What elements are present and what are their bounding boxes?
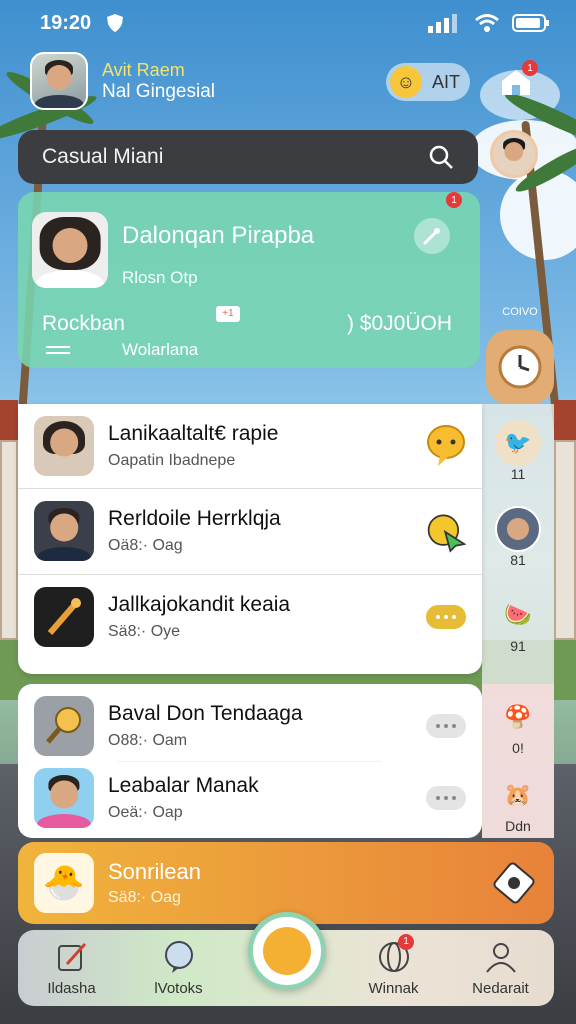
profile-name: Avit Raem — [102, 59, 185, 80]
fruit-icon: 🍉 — [504, 602, 532, 627]
magic-wand-icon[interactable] — [414, 218, 450, 254]
chat-meta: Oä8:· Oag — [108, 537, 183, 554]
nav-item-nedarait[interactable]: Nedarait — [447, 940, 554, 997]
more-icon[interactable] — [426, 778, 466, 818]
status-bar: 19:20 — [40, 8, 550, 38]
rail-label: 0! — [512, 740, 524, 756]
featured-mini-tag: +1 — [216, 306, 240, 322]
list-item[interactable]: Leabalar Manak Oeä:· Oap — [18, 756, 482, 840]
signal-icon — [428, 14, 457, 33]
featured-subtitle: Rlosn Otp — [122, 268, 198, 287]
list-item[interactable]: Rerldoile Herrklqja Oä8:· Oag — [18, 489, 482, 573]
clock-button[interactable] — [486, 330, 554, 404]
nav-item-votoks[interactable]: lVotoks — [125, 940, 232, 997]
featured-bottom-label: Wolarlana — [122, 340, 199, 359]
rail-label: 91 — [510, 638, 526, 654]
edit-icon — [57, 942, 86, 971]
featured-card[interactable]: Dalonqan Pirapba Rlosn Otp 1 Rockban +1 … — [18, 192, 480, 368]
chat-list: Lanikaaltalt€ rapie Oapatin Ibadnepe Rer… — [18, 404, 482, 674]
mushroom-icon: 🍄 — [504, 704, 532, 729]
nav-badge: 1 — [398, 933, 414, 950]
mood-pill-button[interactable]: ☺ AIT — [386, 63, 471, 101]
pill-label: AIT — [432, 71, 461, 92]
chat-name: Rerldoile Herrklqja — [108, 507, 281, 530]
chat-name: Leabalar Manak — [108, 774, 259, 797]
rail-item[interactable]: 🍄 0! — [482, 694, 554, 756]
notifications-button[interactable]: 1 — [494, 60, 539, 104]
center-action-button[interactable] — [248, 912, 326, 990]
rail-item[interactable]: 🍉 91 — [482, 592, 554, 654]
rail-item[interactable]: 81 — [482, 506, 554, 568]
person-icon — [495, 506, 541, 552]
menu-icon[interactable] — [46, 342, 70, 358]
chat-meta: Sä8:· Oye — [108, 623, 181, 640]
user-icon — [485, 942, 516, 973]
featured-badge: 1 — [446, 192, 462, 208]
featured-amount: ) $0J0ÜOH — [346, 312, 452, 335]
rail-item[interactable]: 🐦 11 — [482, 420, 554, 482]
nav-label: Winnak — [368, 979, 419, 997]
chat-list-secondary: Baval Don Tendaaga O88:· Oam Leabalar Ma… — [18, 684, 482, 838]
chat-name: Baval Don Tendaaga — [108, 702, 303, 725]
chat-name: Jallkajokandit keaia — [108, 593, 291, 616]
rail-label: 81 — [510, 552, 526, 568]
bird-icon: 🐦 — [495, 420, 541, 466]
side-caption: COIVO — [502, 306, 538, 318]
list-item[interactable]: Lanikaaltalt€ rapie Oapatin Ibadnepe — [18, 404, 482, 488]
rail-item[interactable]: 🐹 Ddn — [482, 772, 554, 834]
profile-header[interactable]: Avit Raem Nal Gingesial — [30, 52, 215, 110]
more-icon[interactable] — [426, 597, 466, 637]
star-icon — [263, 927, 311, 975]
pet-icon: 🐹 — [504, 782, 532, 807]
chat-bubble-icon[interactable] — [426, 425, 466, 466]
search-input[interactable]: Casual Miani — [42, 145, 163, 169]
chat-meta: Oeä:· Oap — [108, 804, 183, 821]
status-time: 19:20 — [40, 11, 92, 34]
search-bar[interactable]: Casual Miani — [18, 130, 478, 184]
chat-meta: O88:· Oam — [108, 732, 188, 749]
promo-title: Sonrilean — [108, 859, 201, 884]
search-icon[interactable] — [428, 144, 454, 170]
contact-avatar[interactable] — [490, 130, 538, 178]
avatar[interactable] — [30, 52, 88, 110]
promo-meta: Sä8:· Oag — [108, 889, 181, 906]
featured-left-label: Rockban — [42, 312, 125, 335]
chat-name: Lanikaaltalt€ rapie — [108, 422, 279, 445]
smiley-icon: ☺ — [390, 66, 422, 98]
nav-label: lVotoks — [154, 979, 203, 997]
nav-label: Ildasha — [47, 979, 96, 997]
nav-label: Nedarait — [472, 979, 529, 997]
list-item[interactable]: Jallkajokandit keaia Sä8:· Oye — [18, 575, 482, 659]
battery-icon — [512, 14, 549, 32]
notif-badge: 1 — [522, 60, 539, 76]
racket-icon — [46, 707, 81, 744]
chat-icon — [164, 940, 193, 973]
featured-avatar — [32, 212, 108, 288]
nav-item-winnak[interactable]: 1 Winnak — [340, 933, 447, 997]
rail-label: 11 — [510, 466, 526, 482]
chat-meta: Oapatin Ibadnepe — [108, 452, 236, 469]
more-icon[interactable] — [426, 706, 466, 746]
wifi-icon — [475, 14, 499, 32]
nav-item-ildasha[interactable]: Ildasha — [18, 940, 125, 997]
shield-icon — [107, 14, 124, 32]
profile-subtitle: Nal Gingesial — [102, 80, 215, 102]
pointer-icon[interactable] — [426, 511, 466, 553]
mascot-icon: 🐣 — [34, 853, 94, 913]
clock-icon — [498, 345, 542, 389]
featured-title: Dalonqan Pirapba — [122, 222, 315, 249]
tool-icon — [47, 598, 81, 635]
ticket-icon[interactable] — [490, 859, 538, 907]
rail-label: Ddn — [505, 818, 531, 834]
